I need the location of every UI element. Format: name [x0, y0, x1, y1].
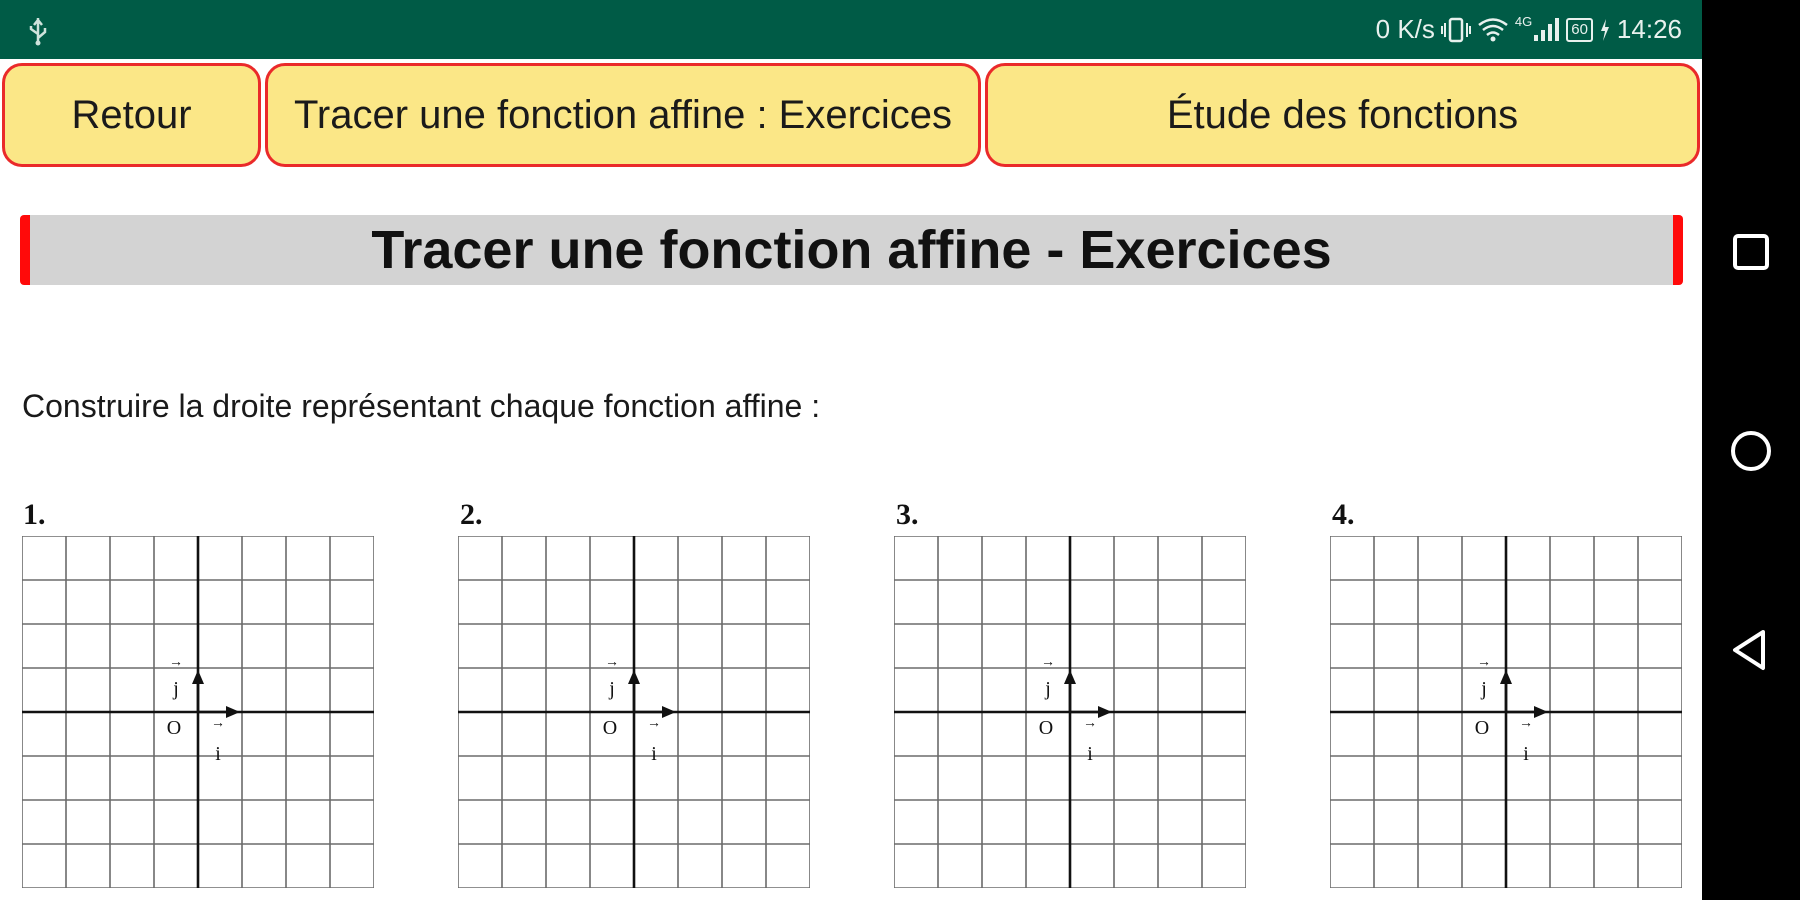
charging-icon	[1600, 18, 1609, 41]
exercise-label-2: 2.	[460, 498, 483, 531]
exercise-label-4: 4.	[1332, 498, 1355, 531]
exercise-label-3: 3.	[896, 498, 919, 531]
j-vector-arrow-label: →	[1477, 655, 1491, 670]
j-arrowhead	[1500, 670, 1512, 684]
j-arrowhead	[192, 670, 204, 684]
i-arrowhead	[662, 706, 676, 718]
origin-label: O	[167, 717, 181, 739]
j-label: j	[1044, 678, 1051, 700]
recent-apps-icon[interactable]	[1727, 228, 1775, 276]
clock: 14:26	[1616, 14, 1682, 44]
j-arrowhead	[628, 670, 640, 684]
coordinate-grid-2: Oj → i →	[458, 536, 810, 888]
status-bar: 0 K/s 4G 60 14:26	[0, 0, 1702, 59]
j-vector-arrow-label: →	[605, 655, 619, 670]
i-arrowhead	[1098, 706, 1112, 718]
i-label: i	[651, 743, 657, 765]
coordinate-grid-1: Oj → i →	[22, 536, 374, 888]
function-study-label: Étude des fonctions	[1166, 92, 1519, 137]
exercise-label-1: 1.	[23, 498, 46, 531]
usb-icon	[29, 18, 47, 46]
wifi-icon	[1478, 17, 1508, 41]
network-type: 4G	[1514, 14, 1533, 29]
network-speed: 0 K/s	[1375, 14, 1435, 44]
back-button-label: Retour	[71, 92, 192, 137]
j-label: j	[1480, 678, 1487, 700]
coordinate-grid-4: Oj → i →	[1330, 536, 1682, 888]
instruction-text: Construire la droite représentant chaque…	[22, 388, 821, 424]
j-vector-arrow-label: →	[1041, 655, 1055, 670]
current-topic-button[interactable]: Tracer une fonction affine : Exercices	[265, 63, 981, 167]
origin-label: O	[1475, 717, 1489, 739]
battery-level: 60	[1571, 21, 1588, 38]
home-icon[interactable]	[1727, 427, 1775, 475]
i-label: i	[215, 743, 221, 765]
j-label: j	[172, 678, 179, 700]
origin-label: O	[1039, 717, 1053, 739]
page-title-bar: Tracer une fonction affine - Exercices	[20, 215, 1683, 285]
i-arrowhead	[1534, 706, 1548, 718]
i-vector-arrow-label: →	[647, 716, 661, 731]
status-icons: 0 K/s 4G 60 14:26	[1376, 0, 1682, 59]
j-label: j	[608, 678, 615, 700]
signal-icon	[1534, 17, 1560, 41]
j-arrowhead	[1064, 670, 1076, 684]
back-button[interactable]: Retour	[2, 63, 261, 167]
i-label: i	[1523, 743, 1529, 765]
back-icon[interactable]	[1727, 626, 1775, 674]
i-vector-arrow-label: →	[1519, 716, 1533, 731]
i-vector-arrow-label: →	[1083, 716, 1097, 731]
page-title: Tracer une fonction affine - Exercices	[371, 220, 1332, 280]
current-topic-label: Tracer une fonction affine : Exercices	[293, 92, 953, 137]
vibrate-icon	[1440, 17, 1471, 42]
coordinate-grid-3: Oj → i →	[894, 536, 1246, 888]
i-arrowhead	[226, 706, 240, 718]
origin-label: O	[603, 717, 617, 739]
i-vector-arrow-label: →	[211, 716, 225, 731]
function-study-button[interactable]: Étude des fonctions	[985, 63, 1700, 167]
i-label: i	[1087, 743, 1093, 765]
battery-icon: 60	[1566, 17, 1593, 42]
navigation-bar	[1702, 0, 1800, 900]
j-vector-arrow-label: →	[169, 655, 183, 670]
